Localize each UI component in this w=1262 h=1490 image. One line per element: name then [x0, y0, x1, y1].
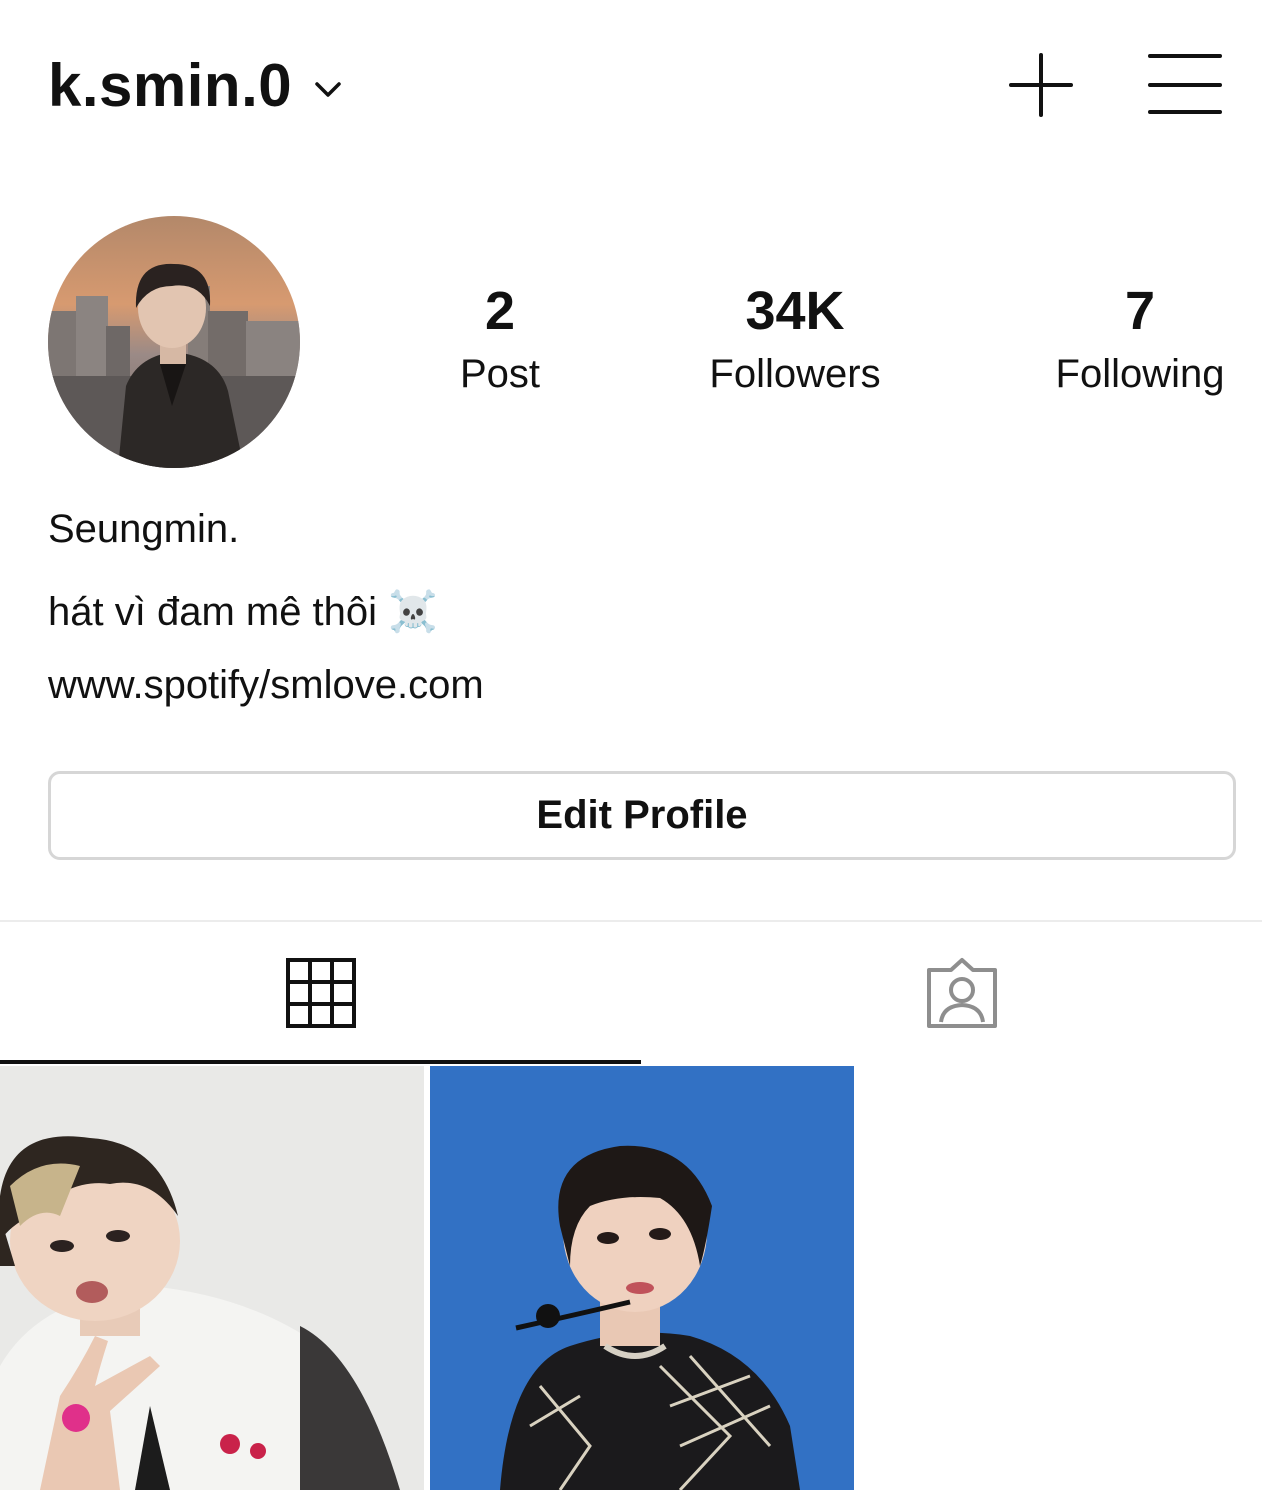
edit-profile-button[interactable]: Edit Profile	[48, 771, 1236, 860]
following-count: 7	[1124, 281, 1156, 341]
tab-tagged[interactable]	[641, 922, 1262, 1064]
bio-link[interactable]: www.spotify/smlove.com	[48, 660, 484, 710]
following-label: Following	[1055, 352, 1225, 396]
stat-followers[interactable]: 34K Followers	[675, 280, 915, 398]
tagged-person-icon	[926, 958, 997, 1028]
post-thumbnail[interactable]	[0, 1066, 424, 1490]
grid-icon	[285, 958, 356, 1028]
posts-label: Post	[459, 352, 541, 396]
posts-count: 2	[484, 281, 516, 341]
followers-count: 34K	[745, 281, 845, 341]
profile-avatar[interactable]	[48, 216, 300, 468]
post-image	[430, 1066, 854, 1490]
account-switcher[interactable]: k.smin.0	[48, 50, 346, 120]
followers-label: Followers	[709, 352, 881, 396]
profile-header: k.smin.0	[0, 0, 1262, 170]
menu-button[interactable]	[1144, 48, 1226, 122]
chevron-down-icon	[315, 82, 341, 97]
stat-posts[interactable]: 2 Post	[380, 280, 620, 398]
hamburger-menu-icon	[1148, 54, 1222, 114]
post-image	[0, 1066, 424, 1490]
stat-following[interactable]: 7 Following	[1020, 280, 1260, 398]
bio-text: hát vì đam mê thôi ☠️	[48, 590, 438, 634]
username: k.smin.0	[48, 51, 293, 119]
plus-icon	[1009, 53, 1073, 117]
tab-posts-grid[interactable]	[0, 922, 641, 1064]
create-button[interactable]	[1004, 48, 1078, 122]
bio-display-name: Seungmin.	[48, 507, 240, 551]
post-thumbnail[interactable]	[430, 1066, 854, 1490]
active-tab-indicator	[0, 1060, 641, 1064]
avatar-image	[48, 216, 300, 468]
